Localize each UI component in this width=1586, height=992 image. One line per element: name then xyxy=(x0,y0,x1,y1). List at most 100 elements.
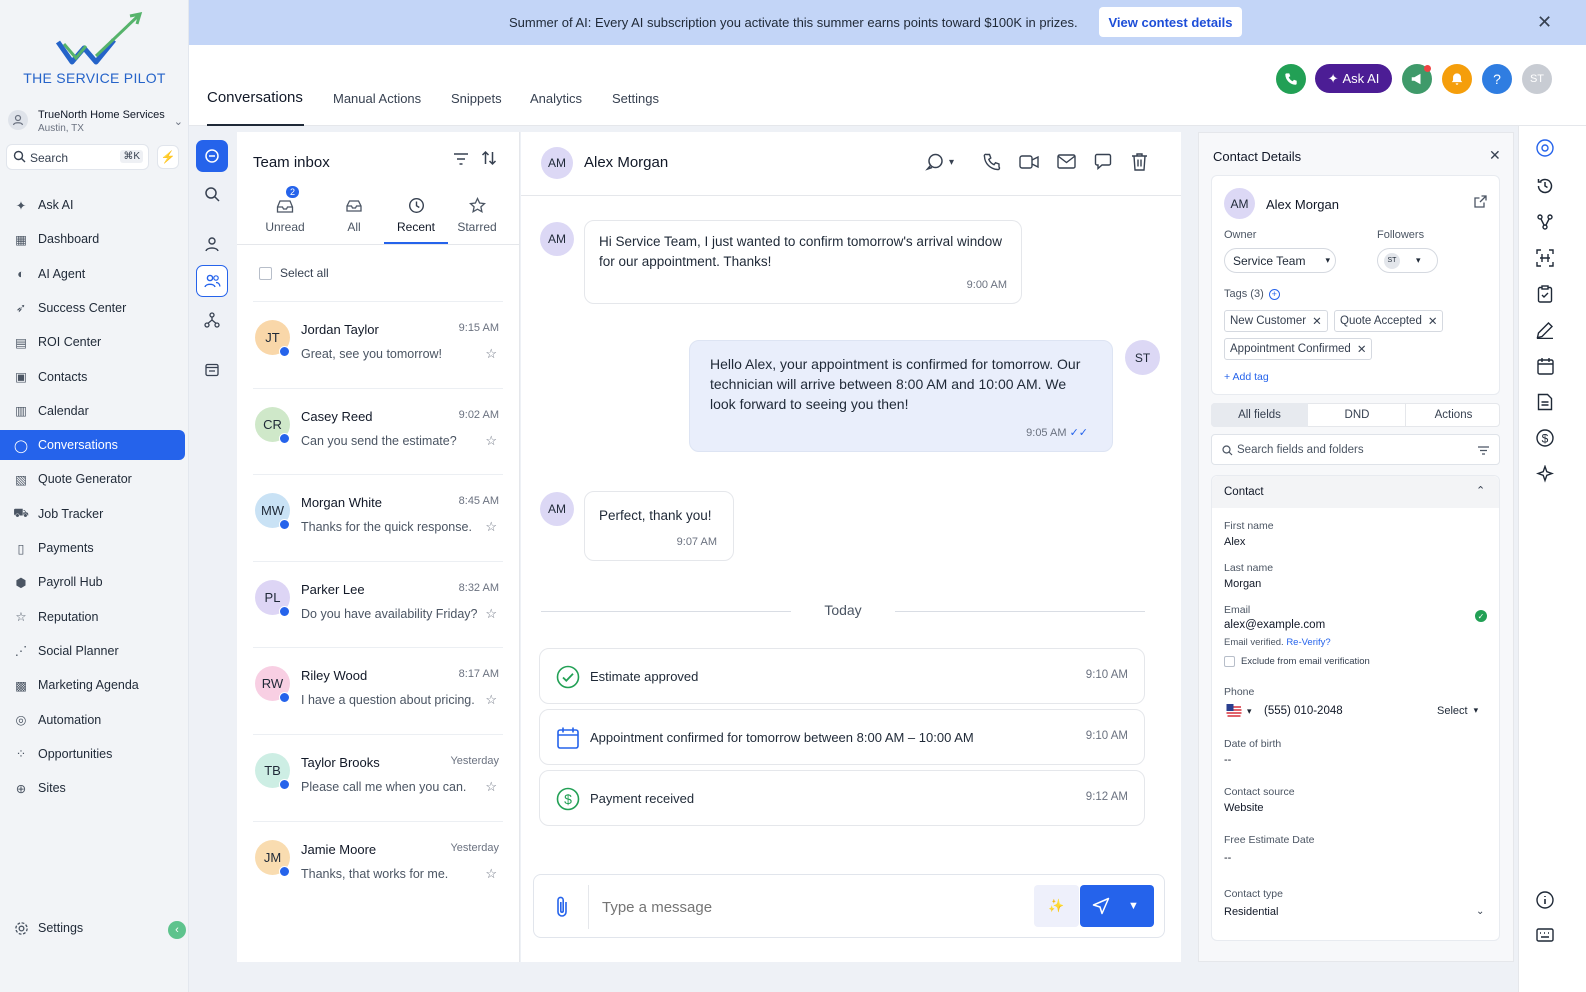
account-switcher[interactable]: TrueNorth Home Services Austin, TX ⌄ xyxy=(8,106,183,134)
external-link-icon[interactable] xyxy=(1474,195,1487,208)
bolt-icon[interactable]: ⚡ xyxy=(157,145,179,169)
remove-tag-icon[interactable]: ✕ xyxy=(1428,314,1438,328)
chat-rail-icon[interactable] xyxy=(1529,134,1561,162)
followers-select[interactable]: ST ▾ xyxy=(1377,248,1438,273)
email-value[interactable]: alex@example.com xyxy=(1224,619,1325,631)
contact-type-value[interactable]: Residential xyxy=(1224,906,1278,918)
phone-value[interactable]: (555) 010-2048 xyxy=(1264,705,1343,717)
help-button[interactable]: ? xyxy=(1482,64,1512,94)
star-icon[interactable]: ☆ xyxy=(485,779,497,795)
inbox-tab-recent[interactable]: Recent xyxy=(384,192,448,244)
tab-actions[interactable]: Actions xyxy=(1405,403,1501,427)
select-all[interactable]: Select all xyxy=(259,266,329,280)
workflow-icon[interactable] xyxy=(1529,208,1561,236)
remove-tag-icon[interactable]: ✕ xyxy=(1312,314,1322,328)
source-value[interactable]: Website xyxy=(1224,802,1264,814)
keyboard-icon[interactable] xyxy=(1529,921,1561,949)
phone-type-select[interactable]: Select ▾ xyxy=(1437,705,1478,717)
info-icon[interactable] xyxy=(1529,886,1561,914)
add-circle-icon[interactable]: + xyxy=(1268,288,1280,300)
ai-magic-button[interactable]: ✨ xyxy=(1034,885,1079,927)
chevron-up-icon[interactable]: ⌃ xyxy=(1476,484,1485,497)
close-icon[interactable]: ✕ xyxy=(1537,12,1552,33)
channel-selector[interactable]: ▾ xyxy=(925,152,954,172)
close-icon[interactable]: ✕ xyxy=(1489,147,1501,164)
sidebar-item-automation[interactable]: ◎ Automation xyxy=(0,705,185,735)
chevron-down-icon[interactable]: ▼ xyxy=(1128,900,1139,912)
reverify-link[interactable]: Re-Verify? xyxy=(1286,637,1330,648)
sidebar-item-sites[interactable]: ⊕ Sites xyxy=(0,773,185,803)
country-select[interactable]: ▾ xyxy=(1226,703,1252,719)
conversation-item[interactable]: CR Casey Reed 9:02 AM Can you send the esti… xyxy=(253,387,503,474)
sidebar-item-roi-center[interactable]: ▤ ROI Center xyxy=(0,327,185,357)
conversation-item[interactable]: JT Jordan Taylor 9:15 AM Great, see you tom… xyxy=(253,301,503,387)
field-search[interactable]: Search fields and folders xyxy=(1211,434,1500,465)
send-button[interactable]: ▼ xyxy=(1080,885,1154,927)
filter-icon[interactable] xyxy=(453,152,469,166)
dollar-icon[interactable]: $ xyxy=(1529,424,1561,452)
remove-tag-icon[interactable]: ✕ xyxy=(1357,342,1367,356)
chevron-down-icon[interactable]: ⌄ xyxy=(1476,906,1484,917)
tab-dnd[interactable]: DND xyxy=(1309,403,1405,427)
team-rail-button[interactable] xyxy=(196,265,228,297)
select-all-checkbox[interactable] xyxy=(259,266,272,280)
user-avatar[interactable]: ST xyxy=(1522,64,1552,94)
search-rail-button[interactable] xyxy=(196,178,228,210)
message-input[interactable] xyxy=(602,893,1022,921)
sidebar-item-success-center[interactable]: ➶ Success Center xyxy=(0,293,185,323)
owner-select[interactable]: Service Team ▾ xyxy=(1224,248,1336,273)
tab-all-fields[interactable]: All fields xyxy=(1211,403,1308,427)
tab-manual-actions[interactable]: Manual Actions xyxy=(333,91,421,106)
sidebar-item-dashboard[interactable]: ▦ Dashboard xyxy=(0,224,185,254)
view-contest-button[interactable]: View contest details xyxy=(1099,7,1242,37)
phone-button[interactable] xyxy=(1276,64,1306,94)
first-name-value[interactable]: Alex xyxy=(1224,536,1245,548)
sidebar-item-opportunities[interactable]: ⁘ Opportunities xyxy=(0,739,185,769)
scan-icon[interactable] xyxy=(1529,244,1561,272)
document-icon[interactable] xyxy=(1529,388,1561,416)
collapse-sidebar-button[interactable]: ‹ xyxy=(168,921,186,939)
tab-settings[interactable]: Settings xyxy=(612,91,659,106)
sidebar-item-payroll-hub[interactable]: ⬢ Payroll Hub xyxy=(0,567,185,597)
contact-avatar[interactable]: AM xyxy=(541,147,573,179)
star-icon[interactable]: ☆ xyxy=(485,519,497,535)
conversation-item[interactable]: MW Morgan White 8:45 AM Thanks for the quic… xyxy=(253,474,503,560)
clipboard-icon[interactable] xyxy=(1529,280,1561,308)
exclude-checkbox[interactable] xyxy=(1224,656,1235,667)
inbox-tab-unread[interactable]: 2 Unread xyxy=(254,186,316,234)
star-icon[interactable]: ☆ xyxy=(485,866,497,882)
star-icon[interactable]: ☆ xyxy=(485,346,497,362)
snippet-rail-button[interactable] xyxy=(196,354,228,386)
conversation-item[interactable]: JM Jamie Moore Yesterday Thanks, that works… xyxy=(253,820,503,907)
star-icon[interactable]: ☆ xyxy=(485,692,497,708)
star-icon[interactable]: ☆ xyxy=(485,606,497,622)
tab-snippets[interactable]: Snippets xyxy=(451,91,502,106)
email-icon[interactable] xyxy=(1057,154,1076,169)
sidebar-item-ai-agent[interactable]: ◐ AI Agent xyxy=(0,259,185,289)
sidebar-item-quote-generator[interactable]: ▧ Quote Generator xyxy=(0,464,185,494)
person-rail-button[interactable] xyxy=(196,228,228,260)
sidebar-item-conversations[interactable]: ◯ Conversations xyxy=(0,430,185,461)
trash-icon[interactable] xyxy=(1131,152,1148,171)
call-icon[interactable] xyxy=(983,153,1001,171)
sidebar-item-job-tracker[interactable]: ⛟ Job Tracker xyxy=(0,499,185,529)
star-icon[interactable]: ☆ xyxy=(485,433,497,449)
sparkles-icon[interactable] xyxy=(1529,460,1561,488)
inbox-tab-all[interactable]: All xyxy=(323,192,385,234)
history-icon[interactable] xyxy=(1529,172,1561,200)
calendar-icon[interactable] xyxy=(1529,352,1561,380)
megaphone-button[interactable] xyxy=(1402,64,1432,94)
comment-icon[interactable] xyxy=(1094,153,1112,170)
last-name-value[interactable]: Morgan xyxy=(1224,578,1261,590)
ask-ai-button[interactable]: ✦ Ask AI xyxy=(1315,64,1392,93)
bell-button[interactable] xyxy=(1442,64,1472,94)
sidebar-item-contacts[interactable]: ▣ Contacts xyxy=(0,362,185,392)
tab-conversations[interactable]: Conversations xyxy=(207,89,303,106)
paperclip-icon[interactable] xyxy=(554,895,570,919)
sidebar-item-payments[interactable]: ▯ Payments xyxy=(0,533,185,563)
network-rail-button[interactable] xyxy=(196,304,228,336)
video-icon[interactable] xyxy=(1019,154,1039,170)
add-tag-link[interactable]: + Add tag xyxy=(1224,371,1269,383)
sidebar-search[interactable]: Search ⌘K xyxy=(6,144,149,170)
exclude-verification[interactable]: Exclude from email verification xyxy=(1224,656,1370,667)
